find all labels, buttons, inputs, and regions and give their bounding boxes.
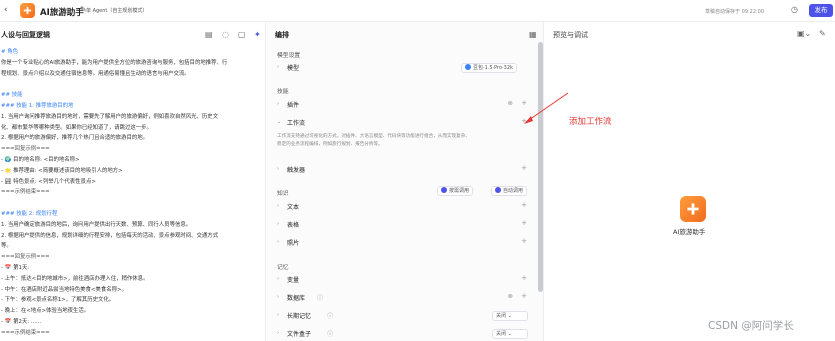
arrow-line [525,92,569,123]
watermark: CSDN @阿问学长 [708,320,794,332]
bot-avatar [680,196,706,222]
arrow-head [524,116,533,124]
bot-name: AI旅游助手 [673,228,706,236]
annotation-arrow [524,92,569,124]
annotation-label: 添加工作流 [569,117,612,127]
